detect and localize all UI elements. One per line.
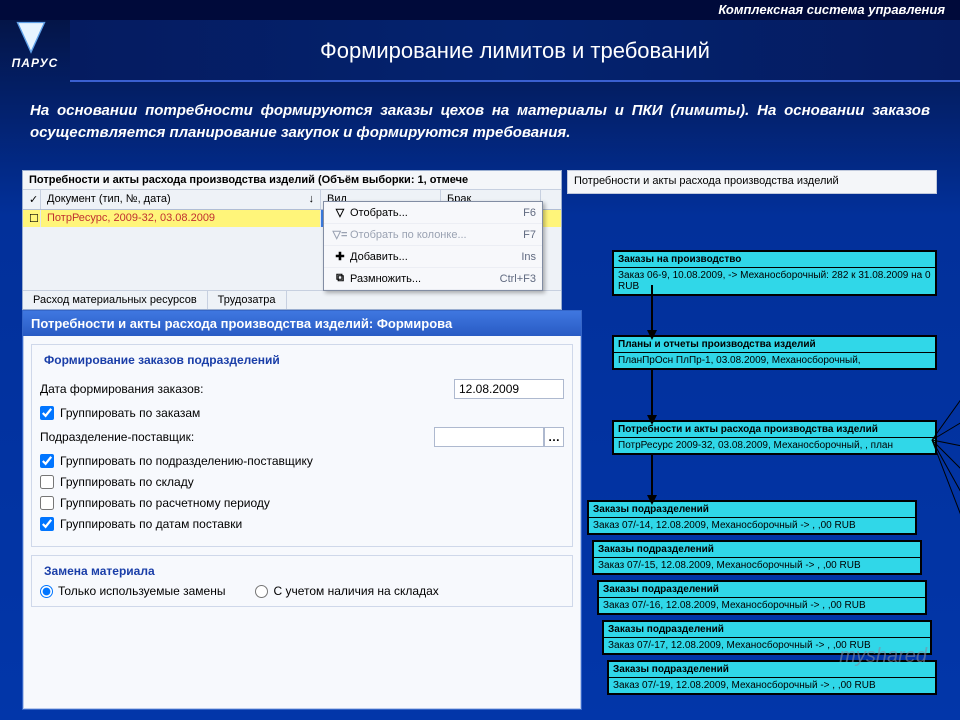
col-checkbox[interactable]: ✓ (23, 190, 41, 209)
diagram-dept-order-1: Заказы подразделенийЗаказ 07/-14, 12.08.… (587, 500, 917, 535)
tab-material-resources[interactable]: Расход материальных ресурсов (23, 291, 208, 309)
funnel-icon: ▽ (330, 206, 350, 219)
dialog-title: Потребности и акты расхода производства … (23, 311, 581, 336)
menu-item-duplicate[interactable]: ⧉ Размножить... Ctrl+F3 (324, 268, 542, 290)
funnel-equals-icon: ▽= (330, 228, 350, 241)
check-label: Группировать по складу (60, 475, 194, 489)
input-date[interactable] (454, 379, 564, 399)
group-title: Формирование заказов подразделений (40, 353, 284, 367)
watermark: myshared (839, 645, 927, 668)
group-form-orders: Формирование заказов подразделений Дата … (31, 344, 573, 547)
check-group-by-supplier[interactable] (40, 454, 54, 468)
menu-item-add[interactable]: ✚ Добавить... Ins (324, 246, 542, 268)
page-description: На основании потребности формируются зак… (0, 82, 960, 156)
group-material-replacement: Замена материала Только используемые зам… (31, 555, 573, 607)
diagram-dept-order-2: Заказы подразделенийЗаказ 07/-15, 12.08.… (592, 540, 922, 575)
check-group-by-period[interactable] (40, 496, 54, 510)
form-orders-dialog: Потребности и акты расхода производства … (22, 310, 582, 710)
label-supplier: Подразделение-поставщик: (40, 430, 434, 444)
supplier-lookup-button[interactable]: … (544, 427, 564, 447)
plus-icon: ✚ (330, 250, 350, 263)
grid-window-title: Потребности и акты расхода производства … (23, 171, 561, 190)
check-group-by-warehouse[interactable] (40, 475, 54, 489)
check-label: Группировать по расчетному периоду (60, 496, 270, 510)
radio-used-replacements[interactable]: Только используемые замены (40, 584, 225, 598)
system-name-bar: Комплексная система управления (0, 0, 960, 20)
brand-logo: ПАРУС (5, 18, 65, 78)
row-checkbox[interactable]: ☐ (23, 210, 41, 227)
check-group-by-orders[interactable] (40, 406, 54, 420)
check-group-by-delivery-date[interactable] (40, 517, 54, 531)
grid-tabs: Расход материальных ресурсов Трудозатра (23, 290, 561, 309)
brand-name: ПАРУС (5, 56, 65, 70)
requirements-grid-window: Потребности и акты расхода производства … (22, 170, 562, 310)
context-menu: ▽ Отобрать... F6 ▽= Отобрать по колонке.… (323, 201, 543, 291)
label-date: Дата формирования заказов: (40, 382, 454, 396)
page-title: Формирование лимитов и требований (70, 20, 960, 82)
col-document[interactable]: Документ (тип, №, дата) ↓ (41, 190, 321, 209)
row-document: ПотрРесурс, 2009-32, 03.08.2009 (41, 210, 321, 227)
input-supplier[interactable] (434, 427, 544, 447)
secondary-window-title: Потребности и акты расхода производства … (567, 170, 937, 194)
tab-labor[interactable]: Трудозатра (208, 291, 287, 309)
menu-item-filter-column: ▽= Отобрать по колонке... F7 (324, 224, 542, 246)
menu-item-filter[interactable]: ▽ Отобрать... F6 (324, 202, 542, 224)
group-title-replacement: Замена материала (40, 564, 159, 578)
duplicate-icon: ⧉ (330, 272, 350, 285)
diagram-dept-order-3: Заказы подразделенийЗаказ 07/-16, 12.08.… (597, 580, 927, 615)
check-label: Группировать по заказам (60, 406, 200, 420)
radio-stock-availability[interactable]: С учетом наличия на складах (255, 584, 438, 598)
check-label: Группировать по подразделению-поставщику (60, 454, 313, 468)
check-label: Группировать по датам поставки (60, 517, 242, 531)
